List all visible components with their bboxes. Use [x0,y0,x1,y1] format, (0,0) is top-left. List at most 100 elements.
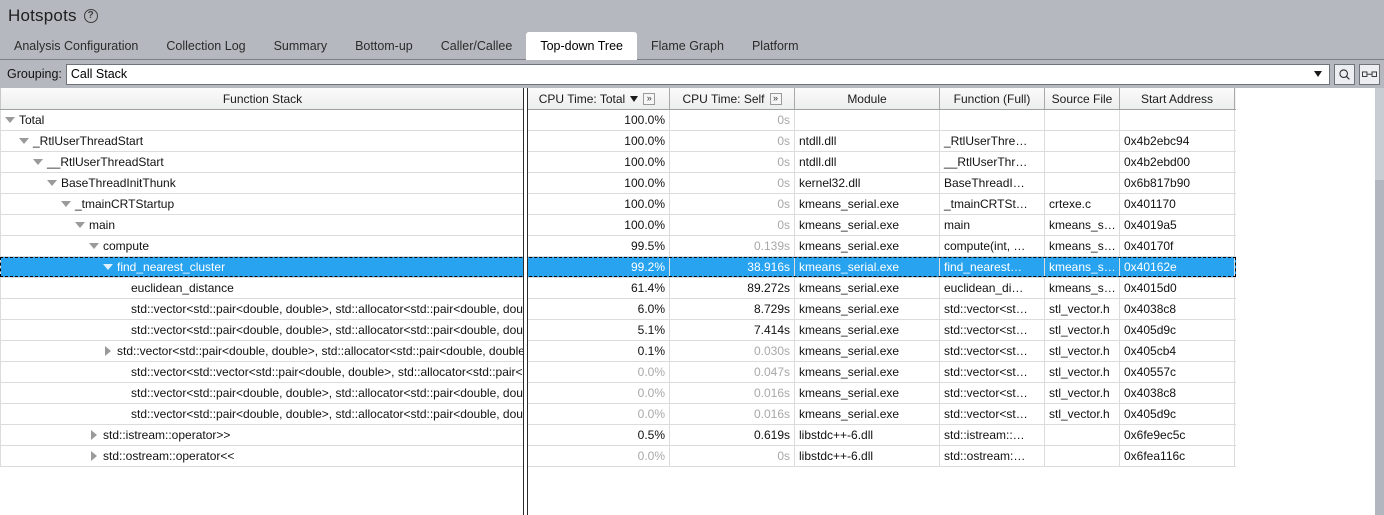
cell-source-file [1045,152,1120,172]
table-row[interactable]: std::vector<std::pair<double, double>, s… [0,341,1236,362]
chevron-down-icon [1314,71,1322,77]
cell-function-stack[interactable]: std::vector<std::pair<double, double>, s… [0,341,525,361]
cell-function-stack[interactable]: std::vector<std::vector<std::pair<double… [0,362,525,382]
tab-platform[interactable]: Platform [738,33,813,59]
cell-cpu-time-total: 100.0% [525,152,670,172]
table-row[interactable]: compute 99.5% 0.139s kmeans_serial.exe compu… [0,236,1236,257]
hotspots-window: Hotspots ? Analysis Configuration Collect… [0,0,1384,515]
cell-function-stack[interactable]: compute [0,236,525,256]
cell-module: kmeans_serial.exe [795,320,940,340]
vertical-scrollbar[interactable] [1375,88,1384,515]
tab-caller-callee[interactable]: Caller/Callee [427,33,527,59]
cell-cpu-time-self: 0.047s [670,362,795,382]
cell-source-file: kmeans_s… [1045,257,1120,277]
scrollbar-thumb[interactable] [1375,88,1384,180]
function-name-label: std::vector<std::pair<double, double>, s… [131,386,524,400]
tree-collapse-icon[interactable] [101,257,114,277]
grouping-select[interactable]: Call Stack [65,63,1330,85]
tab-bottom-up[interactable]: Bottom-up [341,33,427,59]
cell-function-stack[interactable]: find_nearest_cluster [0,257,525,277]
tab-analysis-configuration[interactable]: Analysis Configuration [0,33,152,59]
column-expand-icon[interactable]: » [643,92,656,105]
table-row[interactable]: _RtlUserThreadStart 100.0% 0s ntdll.dll _Rtl… [0,131,1236,152]
column-header-module[interactable]: Module [795,88,940,109]
cell-function-stack[interactable]: std::ostream::operator<< [0,446,525,466]
cell-function-stack[interactable]: std::istream::operator>> [0,425,525,445]
cell-module: libstdc++-6.dll [795,425,940,445]
cell-cpu-time-self: 89.272s [670,278,795,298]
table-row[interactable]: BaseThreadInitThunk 100.0% 0s kernel32.dll B… [0,173,1236,194]
question-circle-icon[interactable]: ? [83,9,98,23]
cell-function-stack[interactable]: std::vector<std::pair<double, double>, s… [0,320,525,340]
cell-cpu-time-total: 0.0% [525,362,670,382]
table-row[interactable]: euclidean_distance 61.4% 89.272s kmeans_ser… [0,278,1236,299]
magnifier-icon [1339,68,1350,80]
table-row[interactable]: std::vector<std::pair<double, double>, s… [0,299,1236,320]
table-row[interactable]: __RtlUserThreadStart 100.0% 0s ntdll.dll __R… [0,152,1236,173]
tree-collapse-icon[interactable] [73,215,86,235]
table-row[interactable]: std::vector<std::vector<std::pair<double… [0,362,1236,383]
tree-collapse-icon[interactable] [45,173,58,193]
tree-expand-icon[interactable] [87,425,100,445]
function-name-label: std::vector<std::pair<double, double>, s… [117,344,525,358]
cell-cpu-time-total: 100.0% [525,173,670,193]
tree-collapse-icon[interactable] [59,194,72,214]
column-header-source-file[interactable]: Source File [1045,88,1120,109]
search-button[interactable] [1334,63,1355,85]
cell-function-stack[interactable]: std::vector<std::pair<double, double>, s… [0,383,525,403]
cell-function-stack[interactable]: _RtlUserThreadStart [0,131,525,151]
table-row[interactable]: _tmainCRTStartup 100.0% 0s kmeans_serial.ex… [0,194,1236,215]
table-row[interactable]: std::vector<std::pair<double, double>, s… [0,320,1236,341]
cell-cpu-time-total: 100.0% [525,194,670,214]
cell-function-stack[interactable]: Total [0,110,525,130]
tree-expand-icon[interactable] [101,341,114,361]
cell-function-stack[interactable]: std::vector<std::pair<double, double>, s… [0,404,525,424]
tab-summary[interactable]: Summary [260,33,341,59]
cell-function-stack[interactable]: BaseThreadInitThunk [0,173,525,193]
function-name-label: euclidean_distance [131,281,234,295]
column-header-start-address[interactable]: Start Address [1120,88,1235,109]
tree-collapse-icon[interactable] [31,152,44,172]
cell-module: kmeans_serial.exe [795,215,940,235]
cell-cpu-time-self: 0s [670,194,795,214]
cell-function-stack[interactable]: std::vector<std::pair<double, double>, s… [0,299,525,319]
table-row[interactable]: main 100.0% 0s kmeans_serial.exe main kmeans_… [0,215,1236,236]
column-expand-icon[interactable]: » [769,92,782,105]
column-header-cpu-time-self[interactable]: CPU Time: Self » [670,88,795,109]
cell-function-full: _RtlUserThre… [940,131,1045,151]
cell-module: kmeans_serial.exe [795,404,940,424]
table-row[interactable]: std::ostream::operator<< 0.0% 0s libstdc++-… [0,446,1236,467]
table-row[interactable]: std::vector<std::pair<double, double>, s… [0,383,1236,404]
table-row[interactable]: find_nearest_cluster 99.2% 38.916s kmeans_s… [0,257,1236,278]
tab-top-down-tree[interactable]: Top-down Tree [526,32,637,60]
column-header-function-full[interactable]: Function (Full) [940,88,1045,109]
cell-start-address: 0x4b2ebd00 [1120,152,1235,172]
table-row[interactable]: Total 100.0% 0s [0,110,1236,131]
table-row[interactable]: std::vector<std::pair<double, double>, s… [0,404,1236,425]
column-splitter-handle[interactable] [523,88,528,515]
grouping-selected-value: Call Stack [70,67,128,81]
tree-expand-icon[interactable] [87,446,100,466]
cell-source-file: kmeans_s… [1045,278,1120,298]
function-name-label: std::vector<std::vector<std::pair<double… [131,365,524,379]
column-header-function-stack[interactable]: Function Stack [0,88,525,109]
tree-collapse-icon[interactable] [87,236,100,256]
cell-function-stack[interactable]: __RtlUserThreadStart [0,152,525,172]
data-transfer-button[interactable] [1359,63,1380,85]
column-header-cpu-time-total[interactable]: CPU Time: Total » [525,88,670,109]
tab-flame-graph[interactable]: Flame Graph [637,33,738,59]
tree-collapse-icon[interactable] [3,110,16,130]
cell-function-stack[interactable]: main [0,215,525,235]
cell-cpu-time-self: 0s [670,173,795,193]
tab-collection-log[interactable]: Collection Log [152,33,259,59]
cell-start-address: 0x4038c8 [1120,299,1235,319]
table-row[interactable]: std::istream::operator>> 0.5% 0.619s libstd… [0,425,1236,446]
tree-collapse-icon[interactable] [17,131,30,151]
cell-cpu-time-self: 0s [670,110,795,130]
cell-cpu-time-self: 0.139s [670,236,795,256]
title-bar: Hotspots ? [0,0,1384,32]
cell-function-stack[interactable]: _tmainCRTStartup [0,194,525,214]
cell-function-stack[interactable]: euclidean_distance [0,278,525,298]
cell-function-full: std::vector<st… [940,362,1045,382]
cell-cpu-time-total: 5.1% [525,320,670,340]
